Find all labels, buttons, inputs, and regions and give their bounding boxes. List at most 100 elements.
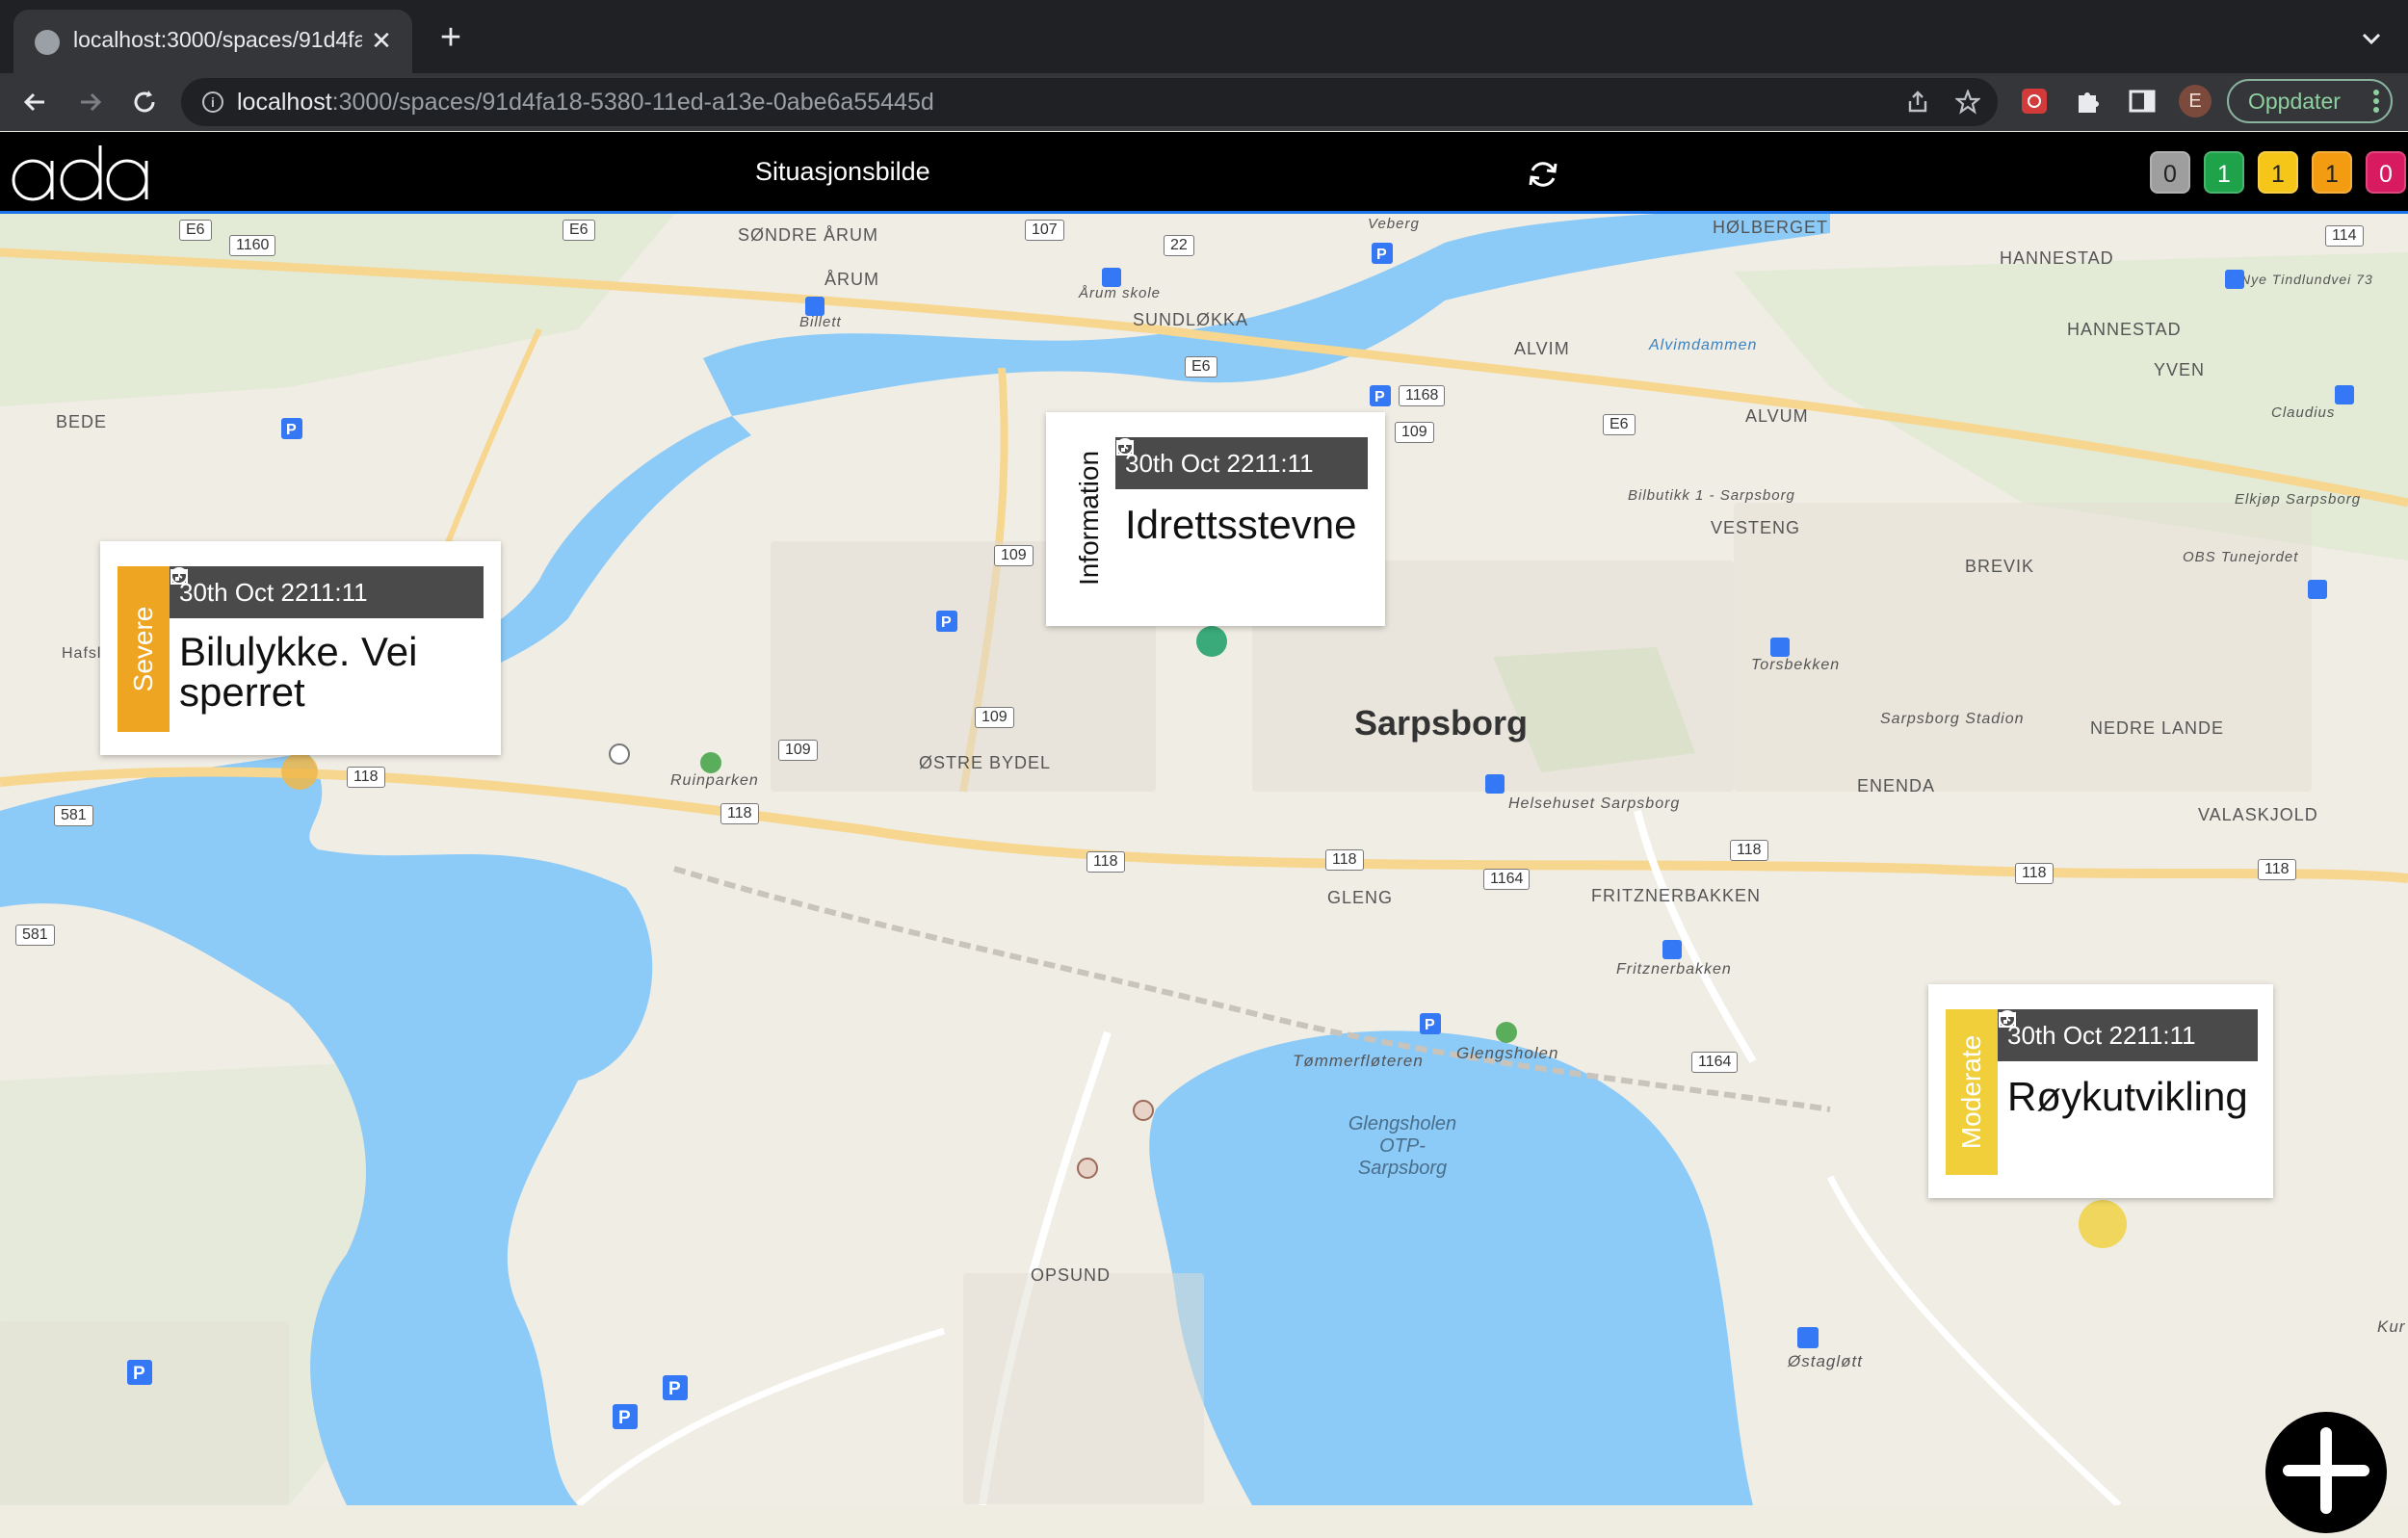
reload-icon[interactable] — [129, 87, 160, 117]
browser-tabstrip: localhost:3000/spaces/91d4fa ✕ + — [0, 0, 2408, 73]
incident-title: Bilulykke. Vei sperret — [179, 629, 418, 715]
svg-text:P: P — [1425, 1017, 1435, 1033]
place-label: ØSTRE BYDEL — [919, 753, 1052, 772]
map-canvas[interactable]: E6 1160 E6 107 22 E6 109 1168 E6 109 109… — [0, 214, 2408, 1505]
incident-datetime: 30th Oct 22 11:11 — [1115, 437, 1368, 489]
place-label: HANNESTAD — [2000, 248, 2114, 268]
clock-icon — [1116, 438, 1134, 456]
park-icon — [1496, 1022, 1517, 1043]
incident-datetime: 30th Oct 22 11:11 — [1998, 1009, 2258, 1061]
poi-icon — [1077, 1158, 1098, 1179]
place-label: Helsehuset Sarpsborg — [1508, 795, 1681, 812]
url-text[interactable]: localhost:3000/spaces/91d4fa18-5380-11ed… — [237, 89, 934, 117]
add-incident-button[interactable] — [2265, 1412, 2387, 1533]
chevron-down-icon[interactable] — [2360, 27, 2383, 50]
extension-icon[interactable] — [2019, 86, 2050, 117]
place-label: SØNDRE ÅRUM — [738, 225, 879, 245]
info-point-icon — [609, 743, 630, 765]
incident-title: Idrettsstevne — [1125, 502, 1357, 547]
road-shield: E6 — [179, 220, 212, 241]
place-label: Alvimdammen — [1649, 337, 1758, 353]
road-shield: 118 — [1325, 849, 1364, 871]
place-label: Torsbekken — [1751, 657, 1841, 673]
incident-title: Røykutvikling — [2007, 1074, 2248, 1119]
place-label: ÅRUM — [824, 270, 879, 289]
star-icon[interactable] — [1955, 90, 1980, 115]
road-shield: 109 — [778, 740, 818, 761]
back-arrow-icon[interactable] — [19, 87, 50, 117]
incident-card-information[interactable]: Information 30th Oct 22 11:11 Idrettsstev… — [1046, 412, 1385, 626]
incident-datetime: 30th Oct 22 11:11 — [170, 566, 484, 618]
place-label: Tømmerfløteren — [1293, 1052, 1424, 1070]
severity-strip: Severe — [118, 566, 170, 732]
place-label: OBS Tunejordet — [2183, 549, 2299, 565]
place-label: Årum skole — [1079, 285, 1162, 301]
clock-icon — [170, 567, 188, 585]
road-shield: 118 — [1730, 840, 1768, 861]
place-label: YVEN — [2154, 360, 2206, 379]
incident-marker-information[interactable] — [1196, 626, 1227, 657]
place-label: Veberg — [1368, 216, 1420, 232]
puzzle-icon[interactable] — [2073, 86, 2104, 117]
info-icon[interactable]: i — [202, 91, 223, 113]
severity-strip: Information — [1063, 437, 1115, 599]
place-label: ALVUM — [1745, 406, 1809, 426]
road-shield: 581 — [54, 805, 93, 826]
place-label: Glengsholen — [1456, 1044, 1559, 1062]
globe-icon — [35, 30, 60, 55]
place-label: VALASKJOLD — [2198, 805, 2318, 824]
browser-tab[interactable]: localhost:3000/spaces/91d4fa ✕ — [13, 10, 412, 73]
place-label: ALVIM — [1514, 339, 1570, 358]
update-button[interactable]: Oppdater — [2227, 79, 2393, 123]
place-label: HANNESTAD — [2067, 320, 2182, 339]
place-label: VESTENG — [1711, 518, 1801, 537]
severity-strip: Moderate — [1946, 1009, 1998, 1175]
bus-stop-icon — [805, 297, 824, 316]
park-icon — [700, 752, 721, 773]
place-label: Nye Tindlundvei 73 — [2240, 272, 2373, 287]
badge-information[interactable]: 1 — [2204, 151, 2244, 194]
badge-severe[interactable]: 1 — [2312, 151, 2352, 194]
refresh-icon[interactable] — [1526, 157, 1560, 192]
place-label: Elkjøp Sarpsborg — [2235, 491, 2362, 508]
lake-label: Glengsholen OTP- Sarpsborg — [1348, 1113, 1457, 1179]
forward-arrow-icon[interactable] — [75, 87, 106, 117]
parking-icon: P — [663, 1375, 688, 1400]
place-label: Fritznerbakken — [1616, 961, 1732, 978]
place-label: FRITZNERBAKKEN — [1591, 886, 1762, 905]
tab-title: localhost:3000/spaces/91d4fa — [73, 27, 362, 52]
map-base — [0, 214, 2408, 1505]
road-shield: 118 — [720, 803, 759, 824]
incident-marker-moderate[interactable] — [2079, 1200, 2127, 1248]
road-shield: 581 — [15, 925, 55, 946]
road-shield: 118 — [1086, 851, 1125, 873]
plus-icon — [2283, 1427, 2369, 1514]
bus-stop-icon — [2335, 385, 2354, 404]
place-label: GLENG — [1327, 888, 1394, 907]
profile-avatar[interactable]: E — [2179, 85, 2212, 117]
tab-close-icon[interactable]: ✕ — [364, 23, 399, 58]
sidepanel-icon[interactable] — [2127, 86, 2158, 117]
place-label: BEDE — [56, 412, 108, 431]
badge-moderate[interactable]: 1 — [2258, 151, 2298, 194]
incident-marker-severe[interactable] — [281, 753, 318, 790]
road-shield: 114 — [2325, 225, 2364, 247]
share-icon[interactable] — [1905, 90, 1930, 115]
incident-card-severe[interactable]: Severe 30th Oct 22 11:11 Bilulykke. Vei s… — [100, 541, 501, 755]
badge-extreme[interactable]: 0 — [2366, 151, 2406, 194]
place-label: Kur — [2377, 1317, 2406, 1336]
place-label: Hafsl — [62, 645, 102, 662]
place-label: OPSUND — [1031, 1265, 1112, 1285]
place-label: Bilbutikk 1 - Sarpsborg — [1628, 487, 1795, 504]
menu-dots-icon[interactable] — [2373, 89, 2379, 114]
badge-unknown[interactable]: 0 — [2150, 151, 2190, 194]
place-label: BREVIK — [1965, 557, 2035, 576]
incident-card-moderate[interactable]: Moderate 30th Oct 22 11:11 Røykutvikling — [1928, 984, 2273, 1198]
place-label: SUNDLØKKA — [1133, 310, 1249, 329]
address-bar[interactable]: i localhost:3000/spaces/91d4fa18-5380-11… — [181, 78, 1998, 126]
road-shield: 118 — [347, 767, 385, 788]
bus-stop-icon — [2225, 270, 2244, 289]
place-label: Claudius — [2271, 404, 2336, 421]
road-shield: 1168 — [1399, 385, 1446, 406]
new-tab-button[interactable]: + — [433, 19, 468, 56]
